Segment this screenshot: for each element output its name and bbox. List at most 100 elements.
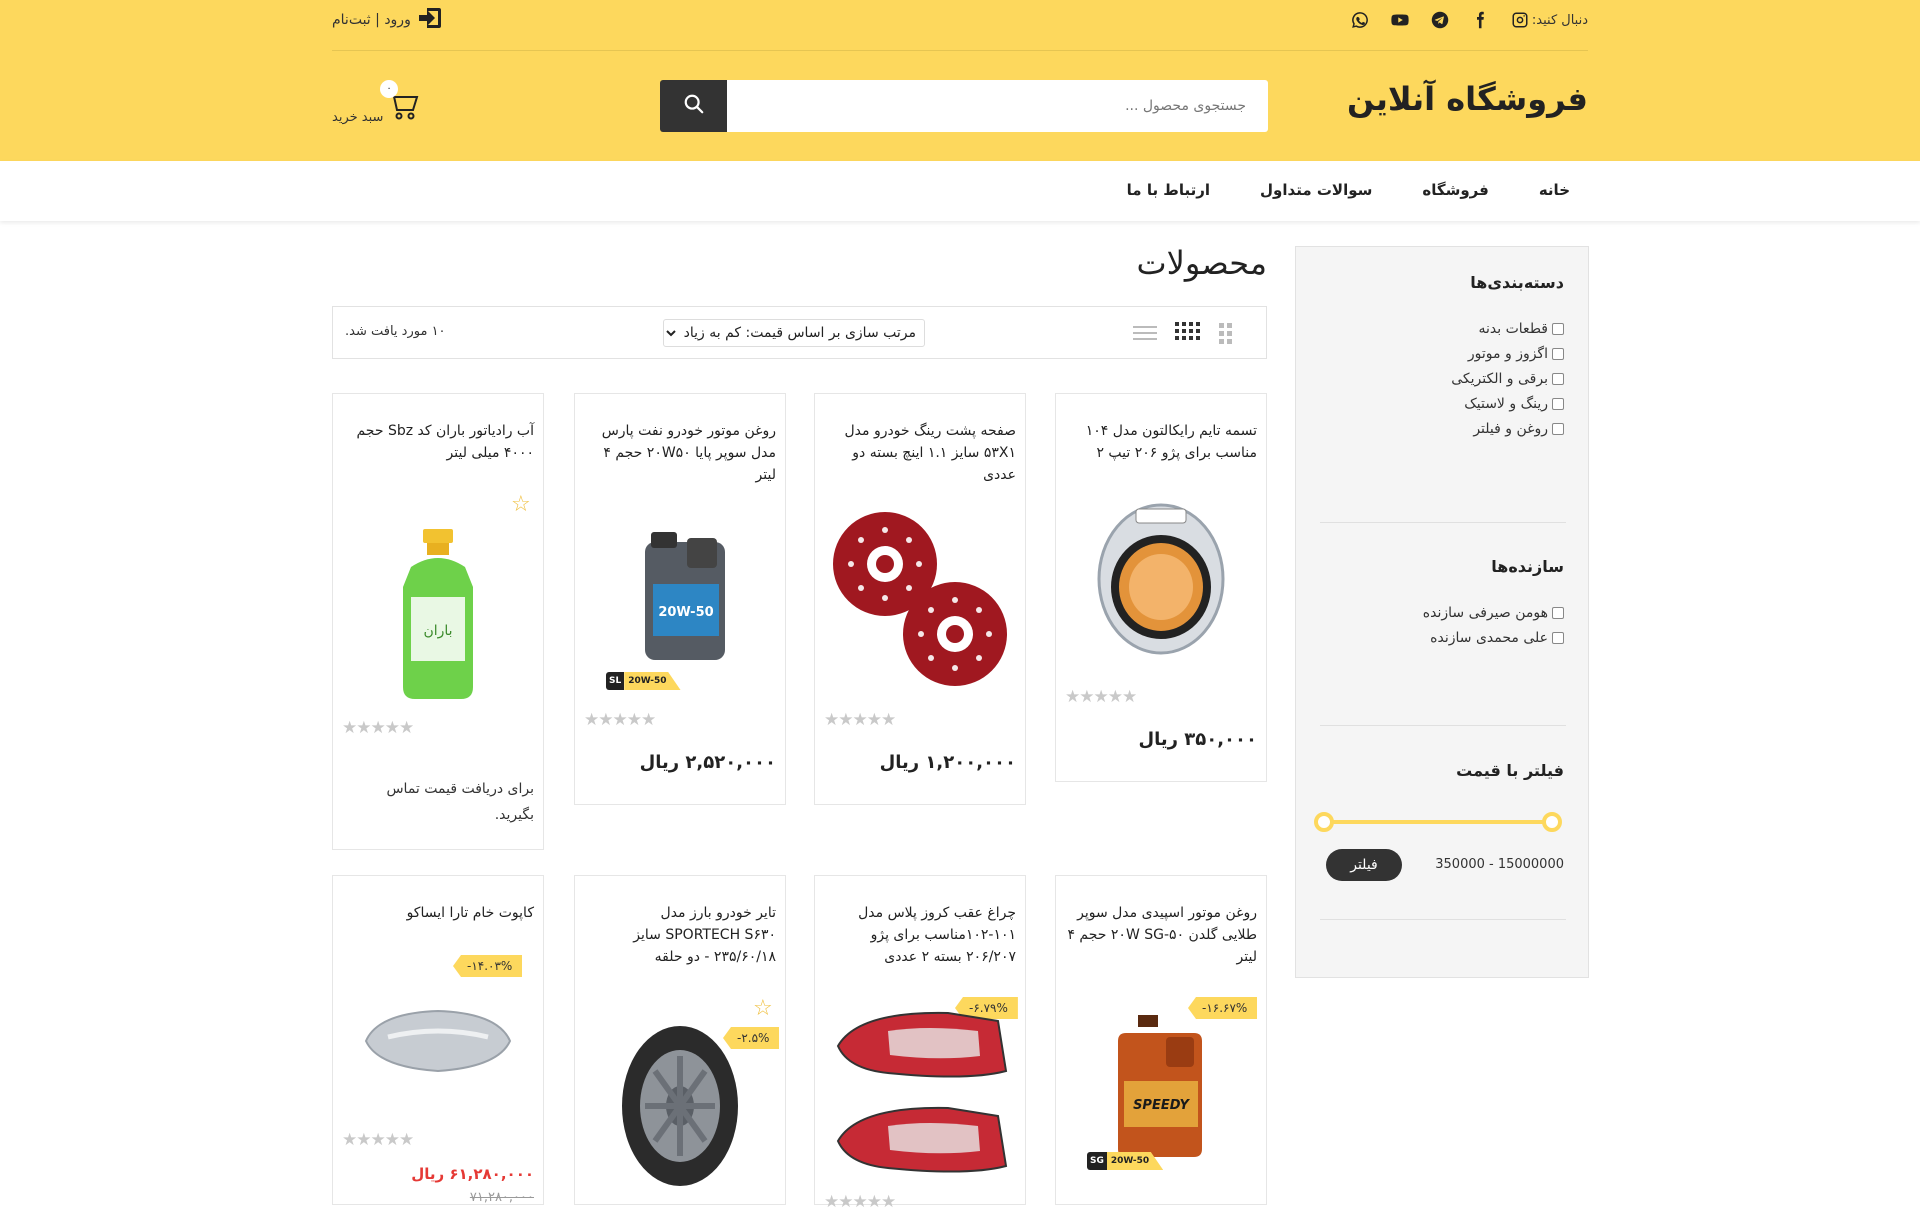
product-card[interactable]: چراغ عقب کروز پلاس مدل ۱۰۱-۱۰۲مناسب برای… [814,875,1026,1212]
filter-button[interactable]: فیلتر [1326,849,1402,881]
oil-grade-tag: SL 20W-50 [606,672,681,690]
price-slider-max-handle[interactable] [1542,812,1562,832]
product-title[interactable]: آب رادیاتور باران کد Sbz حجم ۴۰۰۰ میلی ل… [344,420,534,464]
youtube-icon[interactable] [1390,10,1410,30]
grid-large-view-icon[interactable] [1174,321,1200,349]
product-title[interactable]: تسمه تایم رایکالتون مدل ۱۰۴ مناسب برای پ… [1067,420,1257,464]
product-title[interactable]: روغن موتور خودرو نفت پارس مدل سوپر پایا … [586,420,776,486]
nav-contact[interactable]: ارتباط با ما [1127,181,1210,199]
product-title[interactable]: کاپوت خام تارا ایساکو [344,902,534,924]
product-image[interactable] [815,996,1025,1186]
site-brand[interactable]: فروشگاه آنلاین [1347,80,1588,118]
follow-label: دنبال کنید: [1531,13,1588,28]
sort-select[interactable]: مرتب سازی بر اساس قیمت: کم به زیاد [663,319,925,347]
search-bar [660,80,1268,132]
checkbox[interactable] [1552,607,1564,619]
product-price: ۱,۲۰۰,۰۰۰ ریال [879,752,1016,773]
divider [1320,522,1566,523]
category-checkbox[interactable]: برقی و الکتریکی [1451,371,1564,387]
login-icon [417,6,443,34]
oil-viscosity: 20W-50 [1106,1152,1164,1170]
product-rating: ★★★★★ [342,1130,414,1150]
contact-for-price: برای دریافت قیمت تماس بگیرید. [386,781,534,823]
category-label: رینگ و لاستیک [1464,396,1548,412]
checkbox[interactable] [1552,398,1564,410]
checkbox[interactable] [1552,373,1564,385]
wishlist-star-icon[interactable]: ☆ [511,492,531,517]
product-card[interactable]: تسمه تایم رایکالتون مدل ۱۰۴ مناسب برای پ… [1055,393,1267,782]
products-toolbar: مرتب سازی بر اساس قیمت: کم به زیاد ۱۰ مو… [332,306,1267,359]
maker-checkbox[interactable]: علی محمدی سازنده [1423,630,1564,646]
nav-home[interactable]: خانه [1539,181,1570,199]
maker-checkbox[interactable]: هومن صیرفی سازنده [1423,605,1564,621]
category-label: قطعات بدنه [1478,321,1548,337]
product-card[interactable]: روغن موتور اسپیدی مدل سوپر طلایی گلدن ۵۰… [1055,875,1267,1205]
product-image[interactable] [333,986,543,1096]
checkbox[interactable] [1552,632,1564,644]
cart-count-badge: ۰ [380,80,398,98]
product-card[interactable]: تایر خودرو بارز مدل SPORTECH S۶۳۰ سایز ۲… [574,875,786,1205]
main-nav: خانه فروشگاه سوالات متداول ارتباط با ما [0,161,1920,221]
cart-button[interactable]: ۰ سبد خرید [332,80,432,132]
categories-list: قطعات بدنه اگزوز و موتور برقی و الکتریکی… [1451,321,1564,437]
login-label: ورود | ثبت‌نام [332,12,411,28]
product-card[interactable]: روغن موتور خودرو نفت پارس مدل سوپر پایا … [574,393,786,805]
divider [1320,919,1566,920]
facebook-icon[interactable] [1470,10,1490,30]
makers-title: سازنده‌ها [1491,557,1564,576]
product-image[interactable] [1056,494,1266,659]
product-card[interactable]: کاپوت خام تارا ایساکو -۱۴.۰۳% ★★★★★ ۶۱,۲… [332,875,544,1205]
product-title[interactable]: چراغ عقب کروز پلاس مدل ۱۰۱-۱۰۲مناسب برای… [826,902,1016,968]
product-image[interactable]: SPEEDY [1056,1001,1266,1171]
oil-grade: SL [606,672,625,690]
price-slider-track[interactable] [1324,820,1552,824]
whatsapp-icon[interactable] [1350,10,1370,30]
category-checkbox[interactable]: قطعات بدنه [1451,321,1564,337]
search-icon [683,93,705,119]
view-toggle [1132,321,1242,349]
telegram-icon[interactable] [1430,10,1450,30]
list-view-icon[interactable] [1132,321,1158,349]
login-register-link[interactable]: ورود | ثبت‌نام [332,6,443,34]
product-image[interactable]: باران [333,524,543,704]
site-header: دنبال کنید: ورود | ثبت‌نام فرو [0,0,1920,161]
product-title[interactable]: روغن موتور اسپیدی مدل سوپر طلایی گلدن ۵۰… [1067,902,1257,968]
product-image[interactable] [815,504,1025,694]
category-checkbox[interactable]: روغن و فیلتر [1451,421,1564,437]
maker-label: علی محمدی سازنده [1430,630,1548,646]
checkbox[interactable] [1552,423,1564,435]
top-bar: دنبال کنید: ورود | ثبت‌نام [332,0,1588,51]
product-card[interactable]: آب رادیاتور باران کد Sbz حجم ۴۰۰۰ میلی ل… [332,393,544,850]
category-label: اگزوز و موتور [1467,346,1548,362]
discount-badge: -۱۴.۰۳% [453,955,523,977]
product-title[interactable]: صفحه پشت رینگ خودرو مدل ۵۳X۱ سایز ۱.۱ ای… [826,420,1016,486]
page-title: محصولات [1136,244,1267,282]
nav-faq[interactable]: سوالات متداول [1260,181,1372,199]
instagram-icon[interactable] [1510,10,1530,30]
checkbox[interactable] [1552,348,1564,360]
search-input[interactable] [727,80,1268,132]
product-image[interactable]: 20W-50 [575,514,785,684]
checkbox[interactable] [1552,323,1564,335]
product-image[interactable] [575,1016,785,1196]
price-slider-min-handle[interactable] [1314,812,1334,832]
product-price: ۳۵۰,۰۰۰ ریال [1138,729,1257,750]
grid-small-view-icon[interactable] [1216,321,1242,349]
oil-grade: SG [1087,1152,1107,1170]
divider [1320,725,1566,726]
results-count: ۱۰ مورد یافت شد. [345,324,446,339]
category-checkbox[interactable]: اگزوز و موتور [1451,346,1564,362]
maker-label: هومن صیرفی سازنده [1422,605,1548,621]
categories-title: دسته‌بندی‌ها [1470,273,1564,292]
product-card[interactable]: صفحه پشت رینگ خودرو مدل ۵۳X۱ سایز ۱.۱ ای… [814,393,1026,805]
category-label: برقی و الکتریکی [1451,371,1548,387]
oil-viscosity: 20W-50 [624,672,681,690]
product-title[interactable]: تایر خودرو بارز مدل SPORTECH S۶۳۰ سایز ۲… [586,902,776,968]
nav-shop[interactable]: فروشگاه [1422,181,1488,199]
cart-label: سبد خرید [332,110,384,125]
product-price: ۲,۵۲۰,۰۰۰ ریال [639,752,776,773]
svg-text:SPEEDY: SPEEDY [1133,1098,1190,1113]
search-button[interactable] [660,80,727,132]
category-checkbox[interactable]: رینگ و لاستیک [1451,396,1564,412]
oil-grade-tag: SG 20W-50 [1087,1152,1164,1170]
